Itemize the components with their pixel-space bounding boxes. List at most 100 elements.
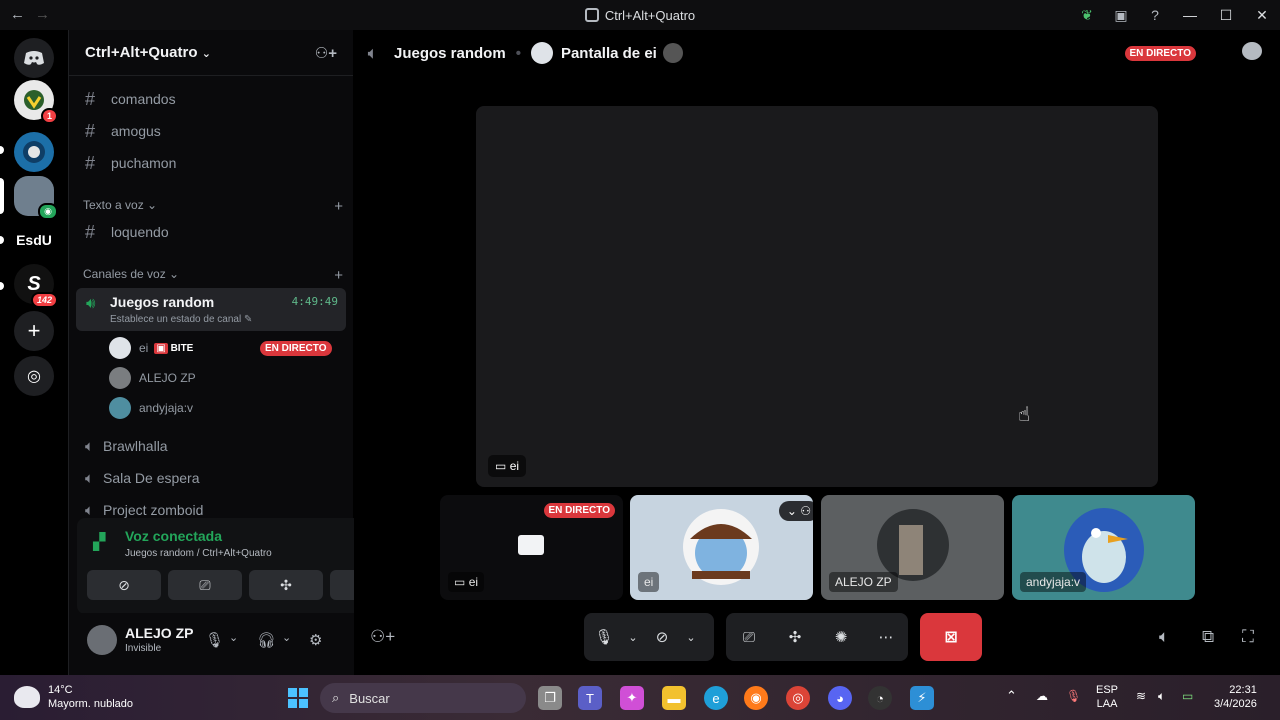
close-button[interactable]: ✕ — [1244, 7, 1280, 24]
home-button[interactable] — [14, 38, 54, 78]
voice-status-title[interactable]: Voz conectada — [125, 528, 222, 544]
server-icon[interactable]: S 142 — [14, 264, 58, 308]
volume-icon[interactable]: 🔈︎ — [1159, 627, 1169, 647]
channel-status[interactable]: Establece un estado de canal ✎ — [110, 314, 252, 325]
voice-member[interactable]: ALEJO ZP — [109, 365, 196, 391]
voice-member[interactable]: ei ▣ BITE — [109, 335, 193, 361]
gear-icon[interactable]: ⚙ — [309, 631, 322, 649]
edge-icon[interactable]: e — [704, 686, 728, 710]
voice-badge-icon: ◉ — [38, 203, 58, 220]
voice-channel-sala[interactable]: 🔈︎ Sala De espera — [77, 463, 347, 493]
task-view-icon[interactable]: ❐ — [538, 686, 562, 710]
tile-label: andyjaja:v — [1020, 572, 1087, 592]
volume-tray-icon[interactable]: 🔈︎ — [1158, 689, 1165, 703]
copilot-icon[interactable]: ✦ — [620, 686, 644, 710]
voice-timer: 4:49:49 — [291, 295, 338, 308]
wifi-icon[interactable]: ≋ — [1136, 689, 1146, 703]
microphone-icon[interactable]: 🎙︎ — [205, 631, 224, 649]
chevron-down-icon[interactable]: ⌄ — [682, 631, 700, 644]
mic-tray-icon[interactable]: 🎙︎ — [1066, 689, 1081, 703]
add-channel-icon[interactable]: + — [334, 267, 343, 284]
channel-amogus[interactable]: # amogus — [77, 116, 347, 146]
soundboard-icon[interactable]: ✺ — [818, 628, 864, 646]
camera-off-icon[interactable]: ⊘ — [642, 628, 682, 646]
live-badge: EN DIRECTO — [260, 341, 332, 356]
weather-widget[interactable]: 14°C Mayorm. nublado — [14, 683, 133, 711]
channel-loquendo[interactable]: # loquendo — [77, 217, 347, 247]
voice-channel-brawlhalla[interactable]: 🔈︎ Brawlhalla — [77, 431, 347, 461]
language-indicator[interactable]: ESP LAA — [1096, 683, 1118, 711]
tile-expand-button[interactable]: ⌄ ⚇ — [778, 501, 813, 521]
inbox-icon[interactable]: ▣ — [1104, 7, 1138, 24]
live-badge: EN DIRECTO — [1124, 46, 1196, 61]
participant-tile[interactable]: ei ⌄ ⚇ — [630, 495, 813, 600]
voice-member[interactable]: andyjaja:v — [109, 395, 193, 421]
avatar[interactable] — [87, 625, 117, 655]
headphones-icon[interactable]: 🎧︎ — [257, 631, 276, 649]
unread-pill — [0, 146, 4, 154]
channel-label: puchamon — [111, 155, 177, 171]
server-esdu[interactable]: EsdU — [14, 220, 54, 260]
minimize-button[interactable]: — — [1172, 7, 1208, 23]
invite-icon[interactable]: ⚇+ — [370, 627, 395, 647]
channel-puchamon[interactable]: # puchamon — [77, 148, 347, 178]
screen-share-icon: ⎚ — [199, 576, 211, 593]
activities-button[interactable]: ✣ — [249, 570, 323, 600]
stream-stage[interactable]: ▭ ei — [476, 106, 1158, 487]
popout-icon[interactable]: ⧉ — [1202, 627, 1214, 647]
chevron-down-icon[interactable]: ⌄ — [229, 631, 238, 644]
help-icon[interactable]: ? — [1138, 7, 1172, 23]
user-name[interactable]: ALEJO ZP — [125, 625, 193, 641]
firefox-icon[interactable]: ◉ — [744, 686, 768, 710]
channel-comandos[interactable]: # comandos — [77, 84, 347, 114]
category-voice[interactable]: Canales de voz ⌄ + — [83, 267, 343, 284]
battery-icon[interactable]: ▭ — [1182, 689, 1193, 703]
fullscreen-icon[interactable]: ⛶ — [1242, 627, 1254, 647]
speaker-icon: 🔈︎ — [85, 469, 95, 487]
maximize-button[interactable]: ☐ — [1208, 7, 1244, 24]
obs-icon[interactable]: ◔ — [868, 686, 892, 710]
file-explorer-icon[interactable]: ▬ — [662, 686, 686, 710]
discord-taskbar-icon[interactable]: ◕ — [828, 686, 852, 710]
chrome-icon[interactable]: ◎ — [786, 686, 810, 710]
share-screen-button[interactable]: ⎚ — [168, 570, 242, 600]
screen-share-icon[interactable]: ⎚ — [726, 629, 772, 646]
participant-tile[interactable]: ALEJO ZP — [821, 495, 1004, 600]
chevron-up-icon[interactable]: ⌃ — [1006, 689, 1017, 703]
discover-button[interactable]: ◎ — [14, 356, 54, 396]
participant-tile[interactable]: EN DIRECTO ▭ ei — [440, 495, 623, 600]
voice-channel-active[interactable]: 🔊︎ Juegos random 4:49:49 Establece un es… — [76, 288, 346, 331]
add-member-icon[interactable]: ⚇+ — [315, 44, 337, 62]
start-button[interactable] — [286, 686, 310, 710]
header-channel-name[interactable]: Juegos random — [394, 45, 506, 62]
clock[interactable]: 22:31 3/4/2026 — [1214, 683, 1257, 711]
audio-video-controls: 🎙︎ ⌄ ⊘ ⌄ — [584, 613, 714, 661]
add-channel-icon[interactable]: + — [334, 198, 343, 215]
add-server-button[interactable]: + — [14, 311, 54, 351]
camera-toggle-button[interactable]: ⊘ — [87, 570, 161, 600]
teams-icon[interactable]: T — [578, 686, 602, 710]
app-icon[interactable]: ⚡ — [910, 686, 934, 710]
server-icon[interactable]: 1 — [14, 80, 58, 124]
microphone-icon[interactable]: 🎙︎ — [584, 628, 624, 646]
chat-icon[interactable] — [1242, 42, 1262, 60]
participant-tile[interactable]: andyjaja:v — [1012, 495, 1195, 600]
search-placeholder: Buscar — [349, 690, 390, 706]
server-icon[interactable]: ◉ — [14, 176, 58, 220]
leaf-icon[interactable]: ❦ — [1070, 7, 1104, 24]
more-icon[interactable]: ⋯ — [864, 628, 908, 646]
guild-header[interactable]: Ctrl+Alt+Quatro ⌄ ⚇+ — [69, 30, 353, 76]
category-tts[interactable]: Texto a voz ⌄ + — [83, 198, 343, 215]
chevron-down-icon[interactable]: ⌄ — [624, 631, 642, 644]
tile-label: ▭ ei — [448, 572, 485, 592]
member-name: ei — [139, 341, 149, 355]
hash-icon: # — [85, 152, 96, 173]
disconnect-button[interactable]: ⊠ — [920, 613, 982, 661]
network-app-icon[interactable]: ☁ — [1036, 689, 1048, 703]
stream-view: 🔈︎ Juegos random • Pantalla de ei EN DIR… — [354, 30, 1280, 675]
chevron-down-icon[interactable]: ⌄ — [282, 631, 291, 644]
server-icon[interactable] — [14, 132, 54, 172]
channel-label: amogus — [111, 123, 161, 139]
activities-icon[interactable]: ✣ — [772, 628, 818, 646]
taskbar-search[interactable]: ⌕ Buscar — [320, 683, 526, 713]
